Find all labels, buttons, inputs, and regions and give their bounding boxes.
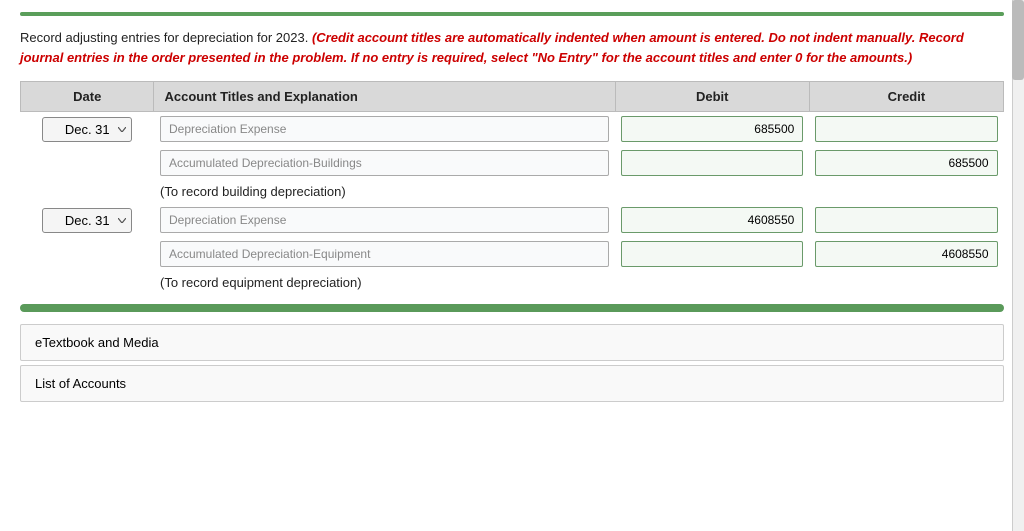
entry2-credit2-input[interactable] [815,241,997,267]
entry1-row1: Dec. 31 [21,112,1004,147]
instructions-main: Record adjusting entries for depreciatio… [20,30,308,45]
entry1-account1-input[interactable] [160,116,609,142]
entry1-credit1-input[interactable] [815,116,997,142]
header-debit: Debit [615,82,809,112]
entry1-debit1-input[interactable] [621,116,803,142]
entry1-note-row: (To record building depreciation) [21,180,1004,203]
journal-table: Date Account Titles and Explanation Debi… [20,81,1004,294]
horizontal-divider-bar [20,304,1004,312]
entry1-credit2-input[interactable] [815,150,997,176]
scrollbar-track [1012,0,1024,531]
entry2-debit2-input[interactable] [621,241,803,267]
entry2-row2 [21,237,1004,271]
entry2-debit1-input[interactable] [621,207,803,233]
entry1-date-select[interactable]: Dec. 31 [42,117,132,142]
top-green-bar [20,12,1004,16]
entry2-account1-input[interactable] [160,207,609,233]
header-credit: Credit [809,82,1003,112]
entry2-account2-input[interactable] [160,241,609,267]
entry1-note: (To record building depreciation) [160,184,346,199]
list-of-accounts-button[interactable]: List of Accounts [20,365,1004,402]
entry1-debit2-input[interactable] [621,150,803,176]
entry2-note-row: (To record equipment depreciation) [21,271,1004,294]
entry1-row2 [21,146,1004,180]
entry2-note: (To record equipment depreciation) [160,275,362,290]
instructions: Record adjusting entries for depreciatio… [20,28,1004,67]
entry1-account2-input[interactable] [160,150,609,176]
scrollbar-thumb[interactable] [1012,0,1024,80]
entry2-row1: Dec. 31 [21,203,1004,237]
entry2-date-select[interactable]: Dec. 31 [42,208,132,233]
entry2-credit1-input[interactable] [815,207,997,233]
header-account: Account Titles and Explanation [154,82,615,112]
etextbook-button[interactable]: eTextbook and Media [20,324,1004,361]
header-date: Date [21,82,154,112]
bottom-buttons: eTextbook and Media List of Accounts [20,324,1004,402]
